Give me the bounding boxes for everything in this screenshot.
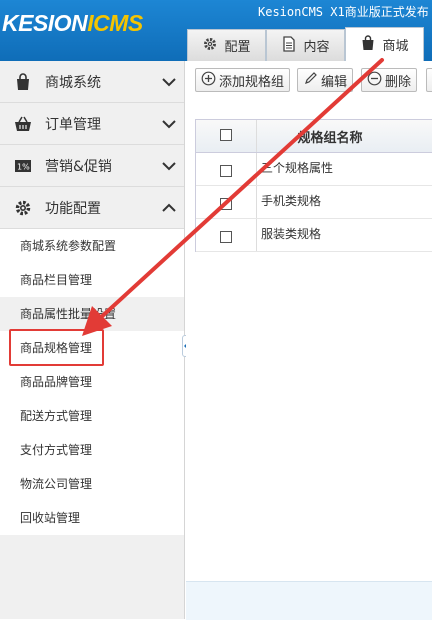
module-tabs: 配置 内容 商城 [187,27,424,61]
main-panel: 添加规格组 编辑 删除 规格组名称 三个规格属性 手机类规格 服装类规格 [186,61,432,620]
sidebar-group-function-config[interactable]: 功能配置 [0,187,184,229]
row-name: 三个规格属性 [261,161,334,175]
shopping-bag-icon [14,73,32,91]
highlight-annotation-box [9,329,104,366]
sidebar-group-label: 商城系统 [45,74,101,91]
sidebar-item-product-category[interactable]: 商品栏目管理 [0,263,184,297]
toolbar: 添加规格组 编辑 删除 [186,61,432,101]
logo-accent-text: ICMS [87,10,143,36]
row-select-cell [196,219,257,251]
release-notice[interactable]: KesionCMS X1商业版正式发布 [258,3,429,20]
button-label: 编辑 [321,74,348,90]
chevron-down-icon[interactable] [162,117,176,131]
more-button[interactable] [426,68,432,92]
minus-circle-icon [367,71,382,90]
sidebar-group-label: 营销&促销 [45,158,112,175]
tab-label: 内容 [303,40,330,55]
add-spec-group-button[interactable]: 添加规格组 [195,68,291,92]
sidebar-item-brand-management[interactable]: 商品品牌管理 [0,365,184,399]
row-checkbox[interactable] [220,231,232,243]
table-row[interactable]: 三个规格属性 [196,153,432,186]
sidebar-item-mall-params[interactable]: 商城系统参数配置 [0,229,184,263]
button-label: 删除 [385,74,412,90]
plus-circle-icon [201,71,216,90]
tab-config[interactable]: 配置 [187,29,266,61]
tab-label: 配置 [224,40,251,55]
column-header-name[interactable]: 规格组名称 [257,120,432,152]
table-row[interactable]: 服装类规格 [196,219,432,252]
row-checkbox[interactable] [220,198,232,210]
select-all-checkbox[interactable] [220,129,232,141]
tab-content[interactable]: 内容 [266,29,345,61]
sidebar-group-orders[interactable]: 订单管理 [0,103,184,145]
sidebar-item-payment-methods[interactable]: 支付方式管理 [0,433,184,467]
tab-label: 商城 [382,39,409,54]
sidebar-group-marketing[interactable]: 1% 营销&促销 [0,145,184,187]
chevron-down-icon[interactable] [162,75,176,89]
pencil-icon [303,71,318,90]
sidebar-item-logistics[interactable]: 物流公司管理 [0,467,184,501]
row-select-cell [196,153,257,185]
gear-icon [202,36,218,56]
table-header: 规格组名称 [196,120,432,153]
top-header: KESIONICMS KesionCMS X1商业版正式发布 配置 内容 商城 [0,0,432,61]
row-checkbox[interactable] [220,165,232,177]
delete-button[interactable]: 删除 [361,68,418,92]
logo: KESIONICMS [2,10,143,37]
button-label: 添加规格组 [219,74,285,90]
logo-text: KESION [2,10,88,36]
chevron-up-icon[interactable] [162,201,176,215]
sidebar-group-mall-system[interactable]: 商城系统 [0,61,184,103]
tab-mall[interactable]: 商城 [345,27,424,61]
sidebar-item-delivery-methods[interactable]: 配送方式管理 [0,399,184,433]
chevron-down-icon[interactable] [162,159,176,173]
pagination-bar [186,581,432,620]
gear-icon [14,199,32,217]
document-icon [281,35,297,56]
row-name: 服装类规格 [261,227,322,241]
row-name: 手机类规格 [261,194,322,208]
table-row[interactable]: 手机类规格 [196,186,432,219]
sidebar-group-label: 订单管理 [45,116,101,133]
select-all-cell [196,120,257,152]
svg-text:1%: 1% [17,163,30,172]
sidebar-item-recycle-bin[interactable]: 回收站管理 [0,501,184,535]
shopping-bag-icon [360,34,376,55]
sidebar-item-attribute-batch[interactable]: 商品属性批量设置 [0,297,184,331]
promotion-icon: 1% [14,157,32,175]
edit-button[interactable]: 编辑 [297,68,354,92]
row-select-cell [196,186,257,218]
basket-icon [14,115,32,133]
sidebar-sublist: 商城系统参数配置 商品栏目管理 商品属性批量设置 商品规格管理 商品品牌管理 配… [0,229,184,535]
spec-group-table: 规格组名称 三个规格属性 手机类规格 服装类规格 [195,119,432,252]
sidebar-group-label: 功能配置 [45,200,101,217]
